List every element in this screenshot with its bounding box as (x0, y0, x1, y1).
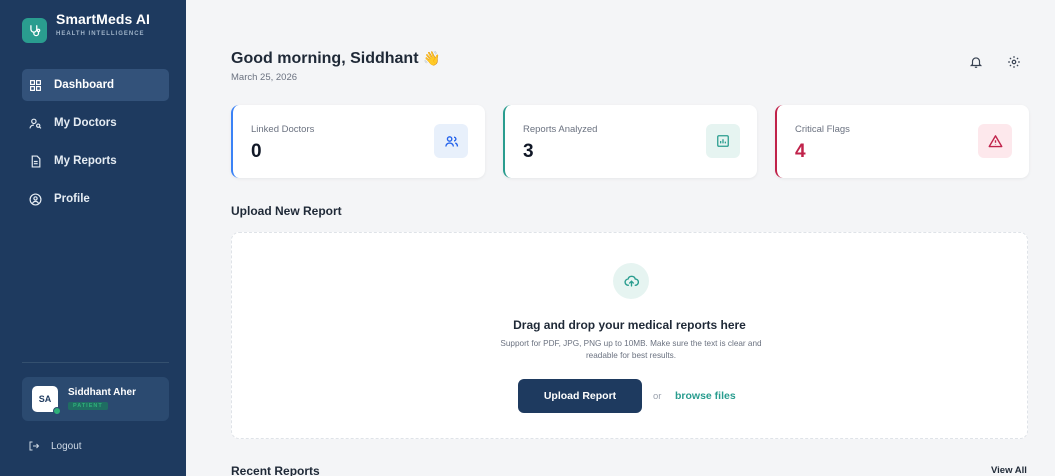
stat-card-critical-flags[interactable]: Critical Flags 4 (775, 105, 1029, 178)
brand-subtitle: HEALTH INTELLIGENCE (56, 30, 145, 37)
logout-label: Logout (51, 440, 82, 452)
warning-icon (978, 124, 1012, 158)
sidebar-item-label: My Doctors (54, 117, 117, 129)
users-icon (434, 124, 468, 158)
cloud-upload-icon (613, 263, 649, 299)
avatar: SA (32, 386, 61, 415)
stat-value: 4 (795, 141, 806, 162)
brand[interactable]: SmartMeds AI HEALTH INTELLIGENCE (22, 6, 150, 43)
greeting-heading: Good morning, Siddhant 👋 (231, 50, 440, 68)
stat-card-linked-doctors[interactable]: Linked Doctors 0 (231, 105, 485, 178)
stat-label: Reports Analyzed (523, 124, 598, 135)
document-icon (31, 154, 41, 168)
user-card[interactable]: SA Siddhant Aher PATIENT (22, 377, 169, 421)
upload-dropzone[interactable]: Drag and drop your medical reports here … (231, 232, 1028, 439)
sidebar-item-label: Profile (54, 193, 90, 205)
avatar-initials: SA (38, 394, 52, 404)
stat-card-reports-analyzed[interactable]: Reports Analyzed 3 (503, 105, 757, 178)
dropzone-subtitle: Support for PDF, JPG, PNG up to 10MB. Ma… (500, 339, 762, 360)
sidebar-item-label: Dashboard (54, 79, 115, 91)
profile-icon (29, 192, 42, 206)
dropzone-title: Drag and drop your medical reports here (513, 318, 746, 332)
stethoscope-icon (22, 18, 47, 43)
stat-label: Linked Doctors (251, 124, 315, 135)
stat-label: Critical Flags (795, 124, 850, 135)
sidebar-item-profile[interactable]: Profile (22, 183, 169, 215)
sidebar-item-dashboard[interactable]: Dashboard (22, 69, 169, 101)
logout-icon (29, 441, 40, 451)
stat-value: 3 (523, 141, 534, 162)
sidebar-divider (22, 362, 169, 363)
greeting-text: Good morning, Siddhant (231, 50, 419, 67)
sidebar-nav: Dashboard My Doctors My Reports Profile (22, 69, 169, 221)
upload-report-button[interactable]: Upload Report (518, 379, 642, 413)
view-all-link[interactable]: View All (991, 465, 1027, 476)
logout-button[interactable]: Logout (28, 440, 82, 452)
browse-files-link[interactable]: browse files (675, 390, 736, 402)
upload-section-title: Upload New Report (231, 204, 342, 218)
wave-emoji: 👋 (422, 50, 441, 66)
sidebar-item-my-reports[interactable]: My Reports (22, 145, 169, 177)
bell-icon[interactable] (969, 55, 983, 69)
or-separator: or (653, 391, 662, 402)
online-status-dot (53, 407, 61, 415)
sidebar-item-label: My Reports (54, 155, 117, 167)
doctors-icon (29, 118, 42, 129)
user-name: Siddhant Aher (68, 386, 136, 398)
dashboard-icon (30, 79, 41, 91)
sidebar: SmartMeds AI HEALTH INTELLIGENCE Dashboa… (0, 0, 186, 476)
brand-name: SmartMeds AI (56, 10, 151, 27)
sidebar-item-my-doctors[interactable]: My Doctors (22, 107, 169, 139)
chart-icon (706, 124, 740, 158)
recent-reports-title: Recent Reports (231, 464, 320, 476)
settings-icon[interactable] (1007, 55, 1021, 69)
stat-value: 0 (251, 141, 262, 162)
role-badge: PATIENT (68, 401, 108, 410)
current-date: March 25, 2026 (231, 72, 298, 83)
